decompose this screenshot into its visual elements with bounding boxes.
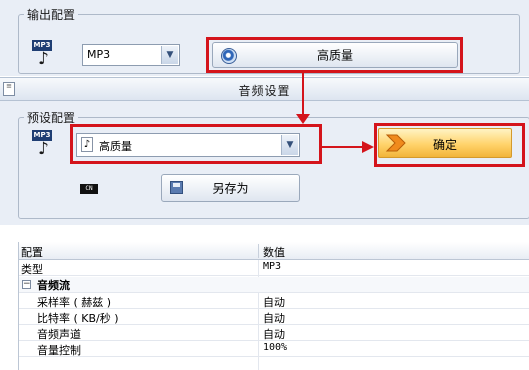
table-row[interactable]: 类型 MP3: [19, 261, 529, 276]
table-header: 配置 数值: [19, 242, 529, 260]
table-group-row[interactable]: − 音频流: [19, 277, 529, 293]
column-header-config: 配置: [21, 246, 43, 259]
save-as-button[interactable]: 另存为: [161, 174, 300, 202]
highlight-quality-button: [206, 37, 463, 73]
arrow-right-icon: [362, 141, 374, 153]
music-note-icon: ♪: [38, 139, 49, 159]
arrow-down-icon: [296, 114, 310, 124]
output-format-value: MP3: [87, 48, 111, 61]
arrow-line-right: [322, 146, 364, 148]
output-format-select[interactable]: MP3 ▼: [82, 44, 180, 66]
chevron-down-icon[interactable]: ▼: [161, 46, 178, 64]
cn-input-icon: CN: [80, 184, 98, 194]
mp3-file-icon: MP3 ♪: [32, 40, 52, 69]
arrow-line-down: [302, 73, 304, 118]
audio-settings-title: 音频设置: [238, 84, 291, 98]
music-note-icon: ♪: [38, 49, 49, 69]
save-as-button-label: 另存为: [212, 181, 249, 196]
property-table: 配置 数值 类型 MP3 − 音频流 采样率 ( 赫兹 ) 自动 比特率 ( K…: [18, 242, 529, 370]
highlight-confirm-button: [374, 123, 525, 167]
column-header-value: 数值: [263, 246, 285, 259]
table-row[interactable]: 采样率 ( 赫兹 ) 自动: [19, 294, 529, 309]
mp3-file-icon: MP3 ♪: [32, 130, 52, 159]
table-row[interactable]: 音量控制 100%: [19, 342, 529, 357]
table-row[interactable]: 音频声道 自动: [19, 326, 529, 341]
collapse-minus-icon[interactable]: −: [22, 280, 31, 289]
highlight-preset-select: [70, 124, 322, 164]
output-config-legend: 输出配置: [24, 6, 79, 23]
table-row[interactable]: 比特率 ( KB/秒 ) 自动: [19, 310, 529, 325]
